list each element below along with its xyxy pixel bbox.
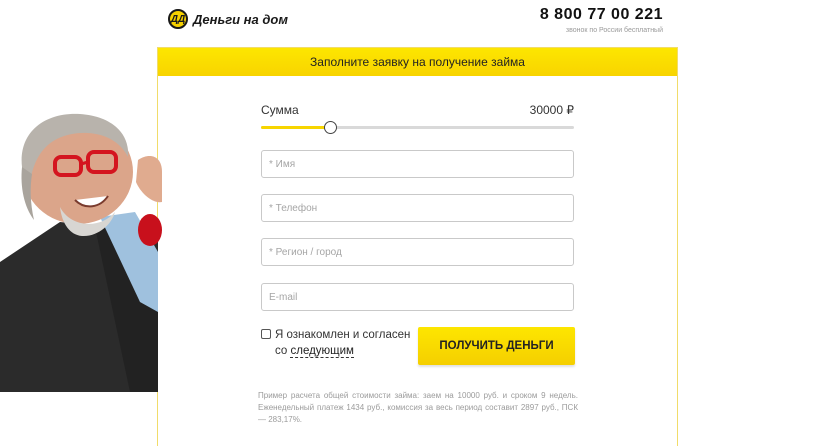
brand-name: Деньги на дом	[193, 11, 288, 27]
logo-icon: ДД	[168, 9, 188, 29]
get-money-button[interactable]: ПОЛУЧИТЬ ДЕНЬГИ	[418, 327, 575, 365]
phone-number[interactable]: 8 800 77 00 221	[540, 6, 663, 24]
amount-row: Сумма 30000 ₽	[261, 103, 574, 117]
amount-slider[interactable]	[261, 121, 574, 135]
phone-note: звонок по России бесплатный	[565, 27, 663, 34]
phone-input[interactable]	[261, 194, 574, 222]
slider-handle[interactable]	[323, 121, 337, 134]
phone-block: 8 800 77 00 221 звонок по России бесплат…	[540, 6, 663, 34]
agree-checkbox[interactable]	[261, 329, 271, 339]
loan-disclaimer: Пример расчета общей стоимости займа: за…	[258, 391, 578, 424]
amount-value: 30000 ₽	[529, 103, 574, 117]
agreement: Я ознакомлен и согласен со следующим	[261, 327, 421, 359]
agree-link[interactable]: следующим	[290, 345, 354, 358]
brand-logo[interactable]: ДД Деньги на дом	[168, 9, 288, 29]
name-input[interactable]	[261, 150, 574, 178]
slider-fill	[261, 126, 330, 129]
amount-label: Сумма	[261, 103, 299, 117]
man-peeking-image	[0, 113, 162, 392]
region-input[interactable]	[261, 238, 574, 266]
email-input[interactable]	[261, 283, 574, 311]
form-title: Заполните заявку на получение займа	[158, 48, 677, 76]
